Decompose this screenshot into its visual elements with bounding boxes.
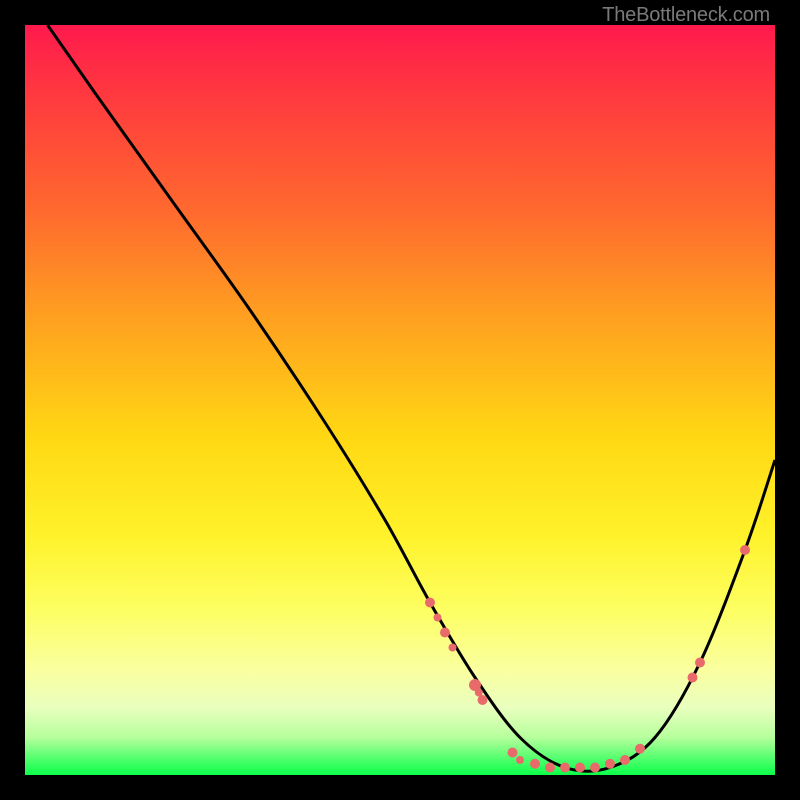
data-marker (449, 644, 457, 652)
data-marker (695, 658, 705, 668)
data-marker (508, 748, 518, 758)
data-marker (478, 695, 488, 705)
data-marker (434, 614, 442, 622)
data-marker (590, 763, 600, 773)
chart-frame (25, 25, 775, 775)
data-marker (425, 598, 435, 608)
data-marker (530, 759, 540, 769)
bottleneck-curve (48, 25, 776, 771)
data-marker (516, 756, 524, 764)
watermark-text: TheBottleneck.com (602, 4, 770, 27)
data-marker (560, 763, 570, 773)
data-marker (688, 673, 698, 683)
data-marker (545, 763, 555, 773)
data-marker (605, 759, 615, 769)
data-marker (575, 763, 585, 773)
data-marker (620, 755, 630, 765)
data-marker (635, 744, 645, 754)
data-marker (740, 545, 750, 555)
marker-group (425, 545, 750, 773)
data-marker (440, 628, 450, 638)
chart-svg (25, 25, 775, 775)
